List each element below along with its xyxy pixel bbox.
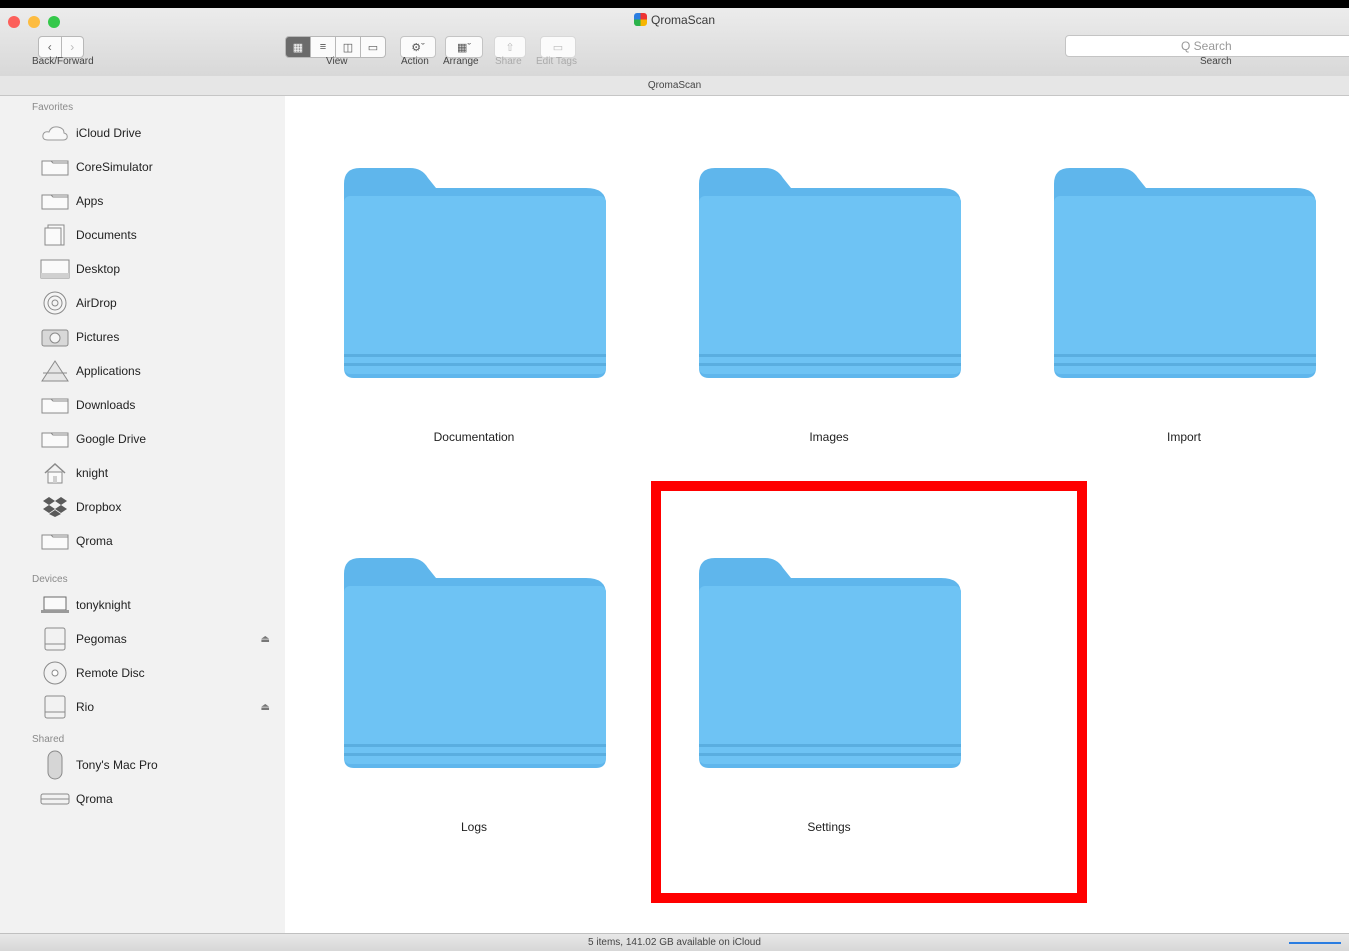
sidebar-item-pegomas[interactable]: Pegomas ⏏ (40, 627, 280, 651)
sidebar-item-qroma[interactable]: Qroma (40, 529, 280, 553)
folder-icon (344, 168, 606, 378)
drive-icon (40, 695, 70, 719)
action-label: Action (401, 56, 429, 67)
folder-icon (40, 428, 70, 450)
folder-icon (344, 558, 606, 768)
home-icon (40, 462, 70, 484)
folder-label: Documentation (433, 430, 515, 444)
sidebar-item-tonys-mac-pro[interactable]: Tony's Mac Pro (40, 750, 280, 780)
column-view-button[interactable]: ◫ (336, 36, 361, 58)
folder-item-import[interactable]: Import (1034, 156, 1334, 444)
window-title: QromaScan (0, 13, 1349, 27)
grid-icon: ▦ (292, 41, 304, 54)
drive-icon (40, 627, 70, 651)
search-label: Search (1200, 56, 1232, 67)
edit-tags-button[interactable]: ▭ (540, 36, 576, 58)
sidebar-item-desktop[interactable]: Desktop (40, 257, 280, 281)
sidebar-section-devices: Devices (32, 574, 68, 585)
folder-icon (40, 156, 70, 178)
tag-icon: ▭ (552, 41, 564, 54)
share-label: Share (495, 56, 522, 67)
folder-label: Images (809, 430, 849, 444)
gear-icon: ⚙ˇ (411, 41, 425, 54)
eject-icon[interactable]: ⏏ (261, 702, 270, 713)
sidebar-item-coresimulator[interactable]: CoreSimulator (40, 155, 280, 179)
sidebar-item-knight[interactable]: knight (40, 461, 280, 485)
share-button[interactable]: ⇧ (494, 36, 526, 58)
airdrop-icon (40, 291, 70, 315)
sidebar: Favorites iCloud Drive CoreSimulator App… (0, 96, 285, 933)
chevron-right-icon: › (70, 40, 75, 54)
status-bar: 5 items, 141.02 GB available on iCloud (0, 933, 1349, 951)
chevron-left-icon: ‹ (47, 40, 52, 54)
desktop-icon (40, 258, 70, 280)
applications-icon (40, 360, 70, 382)
edit-tags-label: Edit Tags (536, 56, 577, 67)
back-button[interactable]: ‹ (38, 36, 62, 58)
arrange-icon: ▦ˇ (456, 41, 472, 54)
toolbar: QromaScan ‹ › Back/Forward ▦ ≡ ◫ ▭ View … (0, 8, 1349, 77)
arrange-label: Arrange (443, 56, 479, 67)
sidebar-item-dropbox[interactable]: Dropbox (40, 495, 280, 519)
forward-button[interactable]: › (61, 36, 84, 58)
sidebar-item-remote-disc[interactable]: Remote Disc (40, 661, 280, 685)
sidebar-item-apps[interactable]: Apps (40, 189, 280, 213)
sidebar-item-applications[interactable]: Applications (40, 359, 280, 383)
sidebar-item-tonyknight[interactable]: tonyknight (40, 593, 280, 617)
disc-icon (40, 661, 70, 685)
dropbox-icon (40, 496, 70, 518)
search-input[interactable]: Q Search (1065, 35, 1349, 57)
documents-icon (40, 224, 70, 246)
arrange-button[interactable]: ▦ˇ (445, 36, 483, 58)
status-text: 5 items, 141.02 GB available on iCloud (588, 937, 761, 948)
icon-view-button[interactable]: ▦ (285, 36, 311, 58)
back-forward-control: ‹ › (38, 36, 84, 58)
folder-icon (40, 530, 70, 552)
laptop-icon (40, 594, 70, 616)
share-icon: ⇧ (505, 41, 515, 54)
folder-item-logs[interactable]: Logs (324, 546, 624, 834)
mac-pro-icon (40, 750, 70, 780)
camera-icon (40, 326, 70, 348)
folder-icon (40, 394, 70, 416)
view-label: View (326, 56, 348, 67)
sidebar-section-shared: Shared (32, 734, 65, 745)
sidebar-item-airdrop[interactable]: AirDrop (40, 291, 280, 315)
folder-icon (1054, 168, 1316, 378)
columns-icon: ◫ (342, 41, 354, 54)
sidebar-section-favorites: Favorites (32, 102, 74, 113)
path-bar: QromaScan (0, 76, 1349, 96)
folder-label: Import (1166, 430, 1201, 444)
server-icon (40, 788, 70, 810)
cover-flow-button[interactable]: ▭ (361, 36, 386, 58)
folder-item-documentation[interactable]: Documentation (324, 156, 624, 444)
sidebar-item-icloud-drive[interactable]: iCloud Drive (40, 121, 280, 145)
sidebar-item-qroma-server[interactable]: Qroma (40, 787, 280, 811)
icon-size-slider[interactable] (1289, 942, 1341, 944)
view-mode-control: ▦ ≡ ◫ ▭ (285, 36, 386, 58)
app-logo-icon (633, 13, 647, 26)
folder-icon (40, 190, 70, 212)
sidebar-item-pictures[interactable]: Pictures (40, 325, 280, 349)
folder-icon (699, 168, 961, 378)
search-placeholder: Q Search (1181, 39, 1232, 53)
cloud-icon (40, 122, 70, 144)
folder-item-images[interactable]: Images (679, 156, 979, 444)
back-forward-label: Back/Forward (32, 56, 94, 67)
action-button[interactable]: ⚙ˇ (400, 36, 436, 58)
eject-icon[interactable]: ⏏ (261, 634, 270, 645)
folder-label: Logs (460, 820, 488, 834)
sidebar-item-documents[interactable]: Documents (40, 223, 280, 247)
list-view-button[interactable]: ≡ (311, 36, 336, 58)
highlight-box (651, 481, 1087, 903)
cover-flow-icon: ▭ (367, 41, 379, 54)
sidebar-item-downloads[interactable]: Downloads (40, 393, 280, 417)
sidebar-item-rio[interactable]: Rio ⏏ (40, 695, 280, 719)
sidebar-item-google-drive[interactable]: Google Drive (40, 427, 280, 451)
list-icon: ≡ (319, 41, 327, 53)
